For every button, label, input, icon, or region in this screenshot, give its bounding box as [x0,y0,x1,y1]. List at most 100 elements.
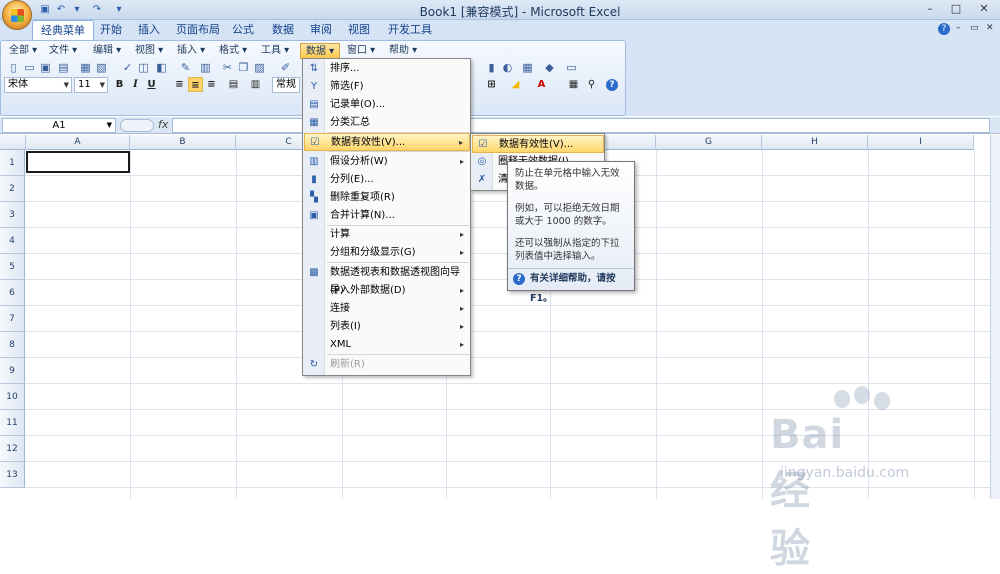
tab-formulas[interactable]: 公式 [224,20,262,40]
office-button[interactable] [2,0,32,30]
data-menu-item[interactable]: ☑ 数据有效性(V)... ▸ [304,133,470,151]
data-menu-item[interactable]: 计算 ▸ [304,226,470,244]
research-icon[interactable]: ◫ [136,60,151,75]
minimize-button[interactable]: – [920,1,940,17]
name-box[interactable]: A1 ▼ [2,118,116,133]
close-button[interactable]: ✕ [974,1,994,17]
menu-all[interactable]: 全部 ▾ [4,43,42,59]
qat-customize-icon[interactable]: ▾ [112,3,126,17]
tab-review[interactable]: 审阅 [302,20,340,40]
maximize-button[interactable]: □ [946,1,966,17]
menu-edit[interactable]: 编辑 ▾ [88,43,126,59]
data-menu-item[interactable]: 分组和分级显示(G) ▸ [304,244,470,262]
font-color-icon[interactable]: A [534,77,549,92]
proof-icon[interactable]: ◧ [154,60,169,75]
column-header[interactable]: H [762,135,868,150]
copy-icon[interactable]: ❐ [236,60,251,75]
data-menu-item[interactable]: ↻ 刷新(R) [304,356,470,374]
row-header[interactable]: 9 [0,358,25,384]
row-header[interactable]: 5 [0,254,25,280]
data-menu-item[interactable]: Y 筛选(F) [304,78,470,96]
formula-expand-button[interactable] [120,119,154,132]
submenu-item[interactable]: ☑ 数据有效性(V)... [472,135,604,153]
format-painter-icon[interactable]: ✎ [178,60,193,75]
print-preview-icon[interactable]: ▦ [78,60,93,75]
data-menu-item[interactable]: ▚ 删除重复项(R) [304,189,470,207]
permission-icon[interactable]: ▤ [56,60,71,75]
underline-button[interactable]: U [144,77,159,92]
menu-format[interactable]: 格式 ▾ [214,43,252,59]
data-menu-item[interactable]: ▮ 分列(E)... [304,171,470,189]
menu-window[interactable]: 窗口 ▾ [342,43,380,59]
ribbon-close-icon[interactable]: ✕ [986,23,994,33]
row-header[interactable]: 11 [0,410,25,436]
row-header[interactable]: 13 [0,462,25,488]
formula-input[interactable] [172,118,990,133]
fill-color-icon[interactable]: ◢ [508,77,523,92]
tab-home[interactable]: 开始 [92,20,130,40]
column-header[interactable]: I [868,135,974,150]
row-header[interactable]: 1 [0,150,25,176]
data-menu-item[interactable]: ▩ 数据透视表和数据透视图向导(P) [304,264,470,296]
chart-wizard-icon[interactable]: ▮ [484,60,499,75]
save-icon[interactable]: ▣ [38,60,53,75]
data-menu-item[interactable]: XML ▸ [304,336,470,354]
menu-view[interactable]: 视图 ▾ [130,43,168,59]
spelling-icon[interactable]: ✓ [120,60,135,75]
undo-dropdown-icon[interactable]: ▾ [70,3,84,17]
menu-tools[interactable]: 工具 ▾ [256,43,294,59]
row-header[interactable]: 10 [0,384,25,410]
row-header[interactable]: 2 [0,176,25,202]
new-icon[interactable]: ▯ [6,60,21,75]
row-header[interactable]: 12 [0,436,25,462]
tab-classic-menu[interactable]: 经典菜单 [32,20,94,40]
align-left-icon[interactable]: ≡ [172,77,187,92]
font-name-combo[interactable]: 宋体 ▼ [4,77,72,93]
column-header[interactable]: G [656,135,762,150]
italic-button[interactable]: I [128,77,143,92]
row-header[interactable]: 4 [0,228,25,254]
column-header[interactable]: A [26,135,130,150]
tab-data[interactable]: 数据 [264,20,302,40]
menu-insert[interactable]: 插入 ▾ [172,43,210,59]
data-menu-item[interactable]: ⇅ 排序... [304,60,470,78]
data-menu-item[interactable]: 导入外部数据(D) ▸ [304,282,470,300]
align-center-icon[interactable]: ≡ [188,77,203,92]
styles-icon[interactable]: ▦ [566,77,581,92]
folder-icon[interactable]: ▭ [564,60,579,75]
data-menu-item[interactable]: ▤ 记录单(O)... [304,96,470,114]
data-menu-item[interactable]: 连接 ▸ [304,300,470,318]
wrap-icon[interactable]: ▥ [248,77,263,92]
tab-page-layout[interactable]: 页面布局 [168,20,228,40]
vertical-scrollbar[interactable] [990,135,1000,499]
chart-icon[interactable]: ▥ [198,60,213,75]
row-header[interactable]: 6 [0,280,25,306]
brush-icon[interactable]: ✐ [278,60,293,75]
number-format-combo[interactable]: 常规 [272,77,300,93]
highlight-icon[interactable]: ◆ [542,60,557,75]
column-header[interactable]: B [130,135,236,150]
data-menu-item[interactable]: ▣ 合并计算(N)... [304,207,470,225]
select-all-corner[interactable] [0,135,26,150]
align-right-icon[interactable]: ≡ [204,77,219,92]
save-icon[interactable]: ▣ [38,3,52,17]
help-icon[interactable]: ? [606,79,618,91]
menu-data[interactable]: 数据 ▾ [300,43,341,59]
drawing-icon[interactable]: ◐ [500,60,515,75]
row-header[interactable]: 3 [0,202,25,228]
print-icon[interactable]: ▧ [94,60,109,75]
merge-center-icon[interactable]: ▤ [226,77,241,92]
help-icon[interactable]: ? [938,23,950,35]
paste-icon[interactable]: ▨ [252,60,267,75]
open-icon[interactable]: ▭ [22,60,37,75]
undo-icon[interactable]: ↶ [54,3,68,17]
ribbon-restore-icon[interactable]: ▭ [970,23,979,33]
active-cell-a1[interactable] [26,151,130,173]
tab-view[interactable]: 视图 [340,20,378,40]
row-header[interactable]: 7 [0,306,25,332]
zoom-icon[interactable]: ⚲ [584,77,599,92]
tab-insert[interactable]: 插入 [130,20,168,40]
insert-function-icon[interactable]: fx [158,118,168,131]
borders-icon[interactable]: ⊞ [484,77,499,92]
menu-file[interactable]: 文件 ▾ [44,43,82,59]
